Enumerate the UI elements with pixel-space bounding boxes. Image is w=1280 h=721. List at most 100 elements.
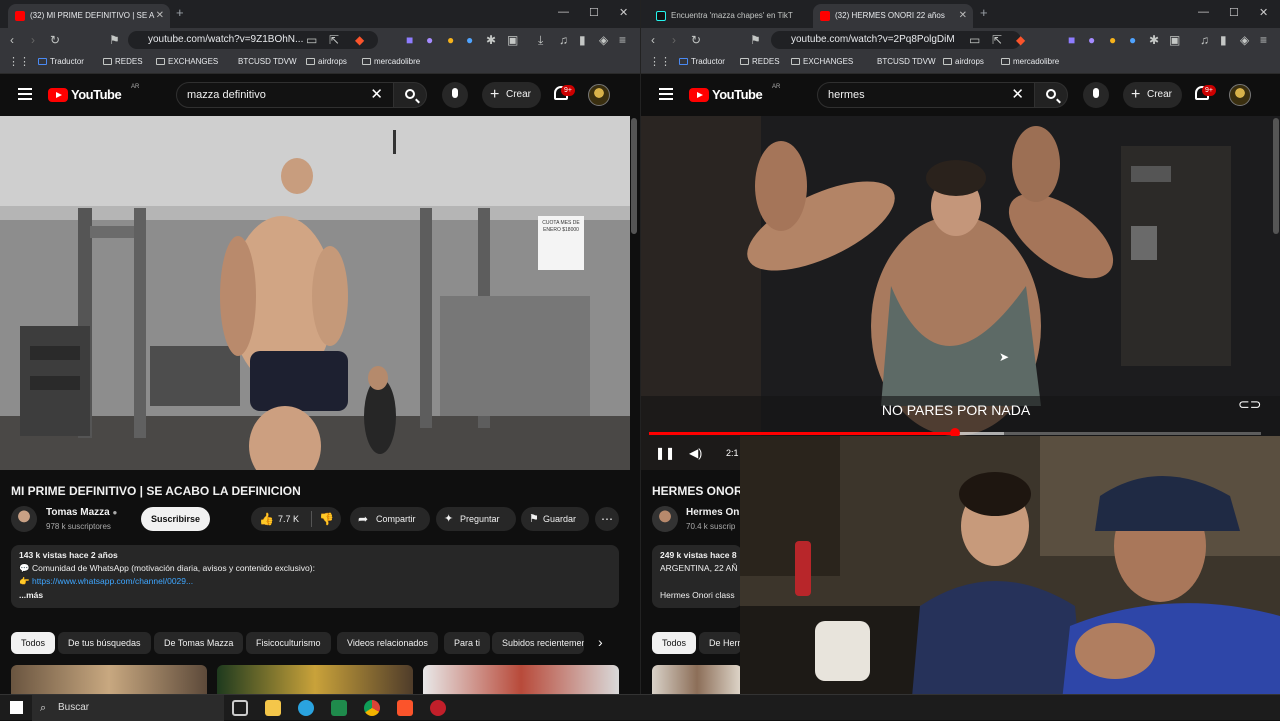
taskbar-search-input[interactable]: ⌕ Buscar: [32, 695, 224, 721]
address-bar[interactable]: youtube.com/watch?v=2Pq8PolgDiM: [771, 31, 1021, 49]
channel-name[interactable]: Tomas Mazza ●: [46, 507, 117, 518]
more-actions-icon[interactable]: ⋯: [595, 507, 619, 531]
telegram-icon[interactable]: [298, 700, 314, 716]
youtube-logo[interactable]: YouTube AR: [689, 84, 789, 103]
progress-track[interactable]: [649, 428, 1261, 438]
media-icon[interactable]: ♫: [559, 33, 568, 47]
extension-3-icon[interactable]: ●: [447, 33, 454, 47]
reload-icon[interactable]: ↻: [50, 33, 60, 47]
whatsapp-link[interactable]: https://www.whatsapp.com/channel/0029...: [32, 576, 193, 586]
tab-mazza-video[interactable]: (32) MI PRIME DEFINITIVO | SE A ✕: [8, 4, 170, 28]
obs-record-icon[interactable]: [430, 700, 446, 716]
save-button[interactable]: ⚑ Guardar: [521, 507, 589, 531]
maximize-icon[interactable]: ☐: [589, 6, 599, 19]
close-window-icon[interactable]: ✕: [619, 6, 628, 19]
chip-de-hermes[interactable]: De Herm: [699, 632, 741, 654]
chip-todos[interactable]: Todos: [11, 632, 56, 654]
channel-avatar[interactable]: [652, 506, 678, 532]
menu-icon[interactable]: ≡: [619, 33, 626, 47]
back-icon[interactable]: ‹: [651, 33, 655, 47]
close-tab-icon[interactable]: ✕: [156, 4, 164, 28]
brave-shield-icon[interactable]: ◆: [355, 33, 364, 47]
media-icon[interactable]: ♫: [1200, 33, 1209, 47]
video-player-mazza[interactable]: CUOTA MES DE ENERO $18000: [0, 116, 630, 470]
account-avatar[interactable]: [588, 84, 610, 106]
recommended-thumb-3[interactable]: [423, 665, 619, 694]
extension-3-icon[interactable]: ●: [1109, 33, 1116, 47]
voice-search-icon[interactable]: [1083, 82, 1109, 108]
hamburger-menu-icon[interactable]: [659, 88, 673, 100]
brave-icon[interactable]: [397, 700, 413, 716]
extensions-icon[interactable]: ✱: [486, 33, 496, 47]
chrome-icon[interactable]: [364, 700, 380, 716]
extension-4-icon[interactable]: ●: [466, 33, 473, 47]
pause-icon[interactable]: ❚❚: [655, 446, 675, 460]
bookmark-page-icon[interactable]: ⚑: [750, 33, 761, 47]
bookmark-traductor[interactable]: Traductor: [679, 57, 725, 66]
maximize-icon[interactable]: ☐: [1229, 6, 1239, 19]
channel-avatar[interactable]: [11, 506, 37, 532]
bookmark-mercadolibre[interactable]: mercadolibre: [1001, 57, 1059, 66]
chip-videos-relacionados[interactable]: Videos relacionados: [337, 632, 438, 654]
extension-2-icon[interactable]: ●: [426, 33, 433, 47]
calculator-icon[interactable]: [331, 700, 347, 716]
recommended-thumb-2[interactable]: [217, 665, 413, 694]
account-avatar[interactable]: [1229, 84, 1251, 106]
install-icon[interactable]: ▭: [306, 33, 317, 47]
show-more-link[interactable]: ...más: [19, 590, 43, 600]
tab-tiktok-search[interactable]: Encuentra 'mazza chapes' en TikT: [649, 4, 809, 28]
back-icon[interactable]: ‹: [10, 33, 14, 47]
reload-icon[interactable]: ↻: [691, 33, 701, 47]
new-tab-icon[interactable]: +: [980, 5, 988, 20]
file-explorer-icon[interactable]: [265, 700, 281, 716]
install-icon[interactable]: ▭: [969, 33, 980, 47]
search-button[interactable]: [393, 82, 427, 108]
minimize-icon[interactable]: —: [558, 6, 569, 18]
chip-subidos-recientemente[interactable]: Subidos recientemente: [492, 632, 584, 654]
ask-button[interactable]: ✦ Preguntar: [436, 507, 516, 531]
subscribe-button[interactable]: Suscribirse: [141, 507, 211, 531]
bookmark-exchanges[interactable]: EXCHANGES: [156, 57, 218, 66]
bookmark-exchanges[interactable]: EXCHANGES: [791, 57, 853, 66]
like-count[interactable]: 7.7 K: [278, 507, 299, 531]
bookmark-mercadolibre[interactable]: mercadolibre: [362, 57, 420, 66]
search-button[interactable]: [1034, 82, 1068, 108]
screenshot-icon[interactable]: ▣: [507, 33, 518, 47]
share-button[interactable]: ➦ Compartir: [350, 507, 430, 531]
video-description[interactable]: 143 k vistas hace 2 años 💬 Comunidad de …: [11, 545, 619, 608]
extensions-icon[interactable]: ✱: [1149, 33, 1159, 47]
apps-icon[interactable]: ⋮⋮: [8, 55, 30, 69]
bookmark-traductor[interactable]: Traductor: [38, 57, 84, 66]
extension-2-icon[interactable]: ●: [1088, 33, 1095, 47]
extension-1-icon[interactable]: ■: [1068, 33, 1075, 47]
bookmark-redes[interactable]: REDES: [740, 57, 780, 66]
bookmark-btcusd[interactable]: BTCUSD TDVW: [226, 57, 297, 66]
forward-icon[interactable]: ›: [672, 33, 676, 47]
bookmark-airdrops[interactable]: airdrops: [306, 57, 347, 66]
chip-para-ti[interactable]: Para ti: [444, 632, 491, 654]
clear-search-icon[interactable]: ✕: [370, 83, 383, 107]
search-input[interactable]: mazza definitivo ✕: [176, 82, 394, 108]
recommended-thumb-1[interactable]: [652, 665, 742, 694]
vpn-icon[interactable]: ◈: [599, 33, 608, 47]
volume-icon[interactable]: ◀): [689, 446, 702, 460]
menu-icon[interactable]: ≡: [1260, 33, 1267, 47]
extension-4-icon[interactable]: ●: [1129, 33, 1136, 47]
voice-search-icon[interactable]: [442, 82, 468, 108]
minimize-icon[interactable]: —: [1198, 6, 1209, 18]
sidebar-icon[interactable]: ▮: [1220, 33, 1227, 47]
bookmark-page-icon[interactable]: ⚑: [109, 33, 120, 47]
download-icon[interactable]: ⤓: [538, 33, 543, 47]
chips-next-icon[interactable]: ›: [598, 634, 603, 650]
chip-de-tomas-mazza[interactable]: De Tomas Mazza: [154, 632, 244, 654]
extension-1-icon[interactable]: ■: [406, 33, 413, 47]
search-input[interactable]: hermes ✕: [817, 82, 1035, 108]
new-tab-icon[interactable]: +: [176, 5, 184, 20]
bookmark-btcusd[interactable]: BTCUSD TDVW: [865, 57, 936, 66]
vpn-icon[interactable]: ◈: [1240, 33, 1249, 47]
bookmark-airdrops[interactable]: airdrops: [943, 57, 984, 66]
channel-name[interactable]: Hermes On: [686, 507, 739, 518]
sidebar-icon[interactable]: ▮: [579, 33, 586, 47]
video-player-hermes[interactable]: NO PARES POR NADA ⊂⊃ ❚❚ ◀) 2:1 ➤: [641, 116, 1280, 470]
bookmark-redes[interactable]: REDES: [103, 57, 143, 66]
